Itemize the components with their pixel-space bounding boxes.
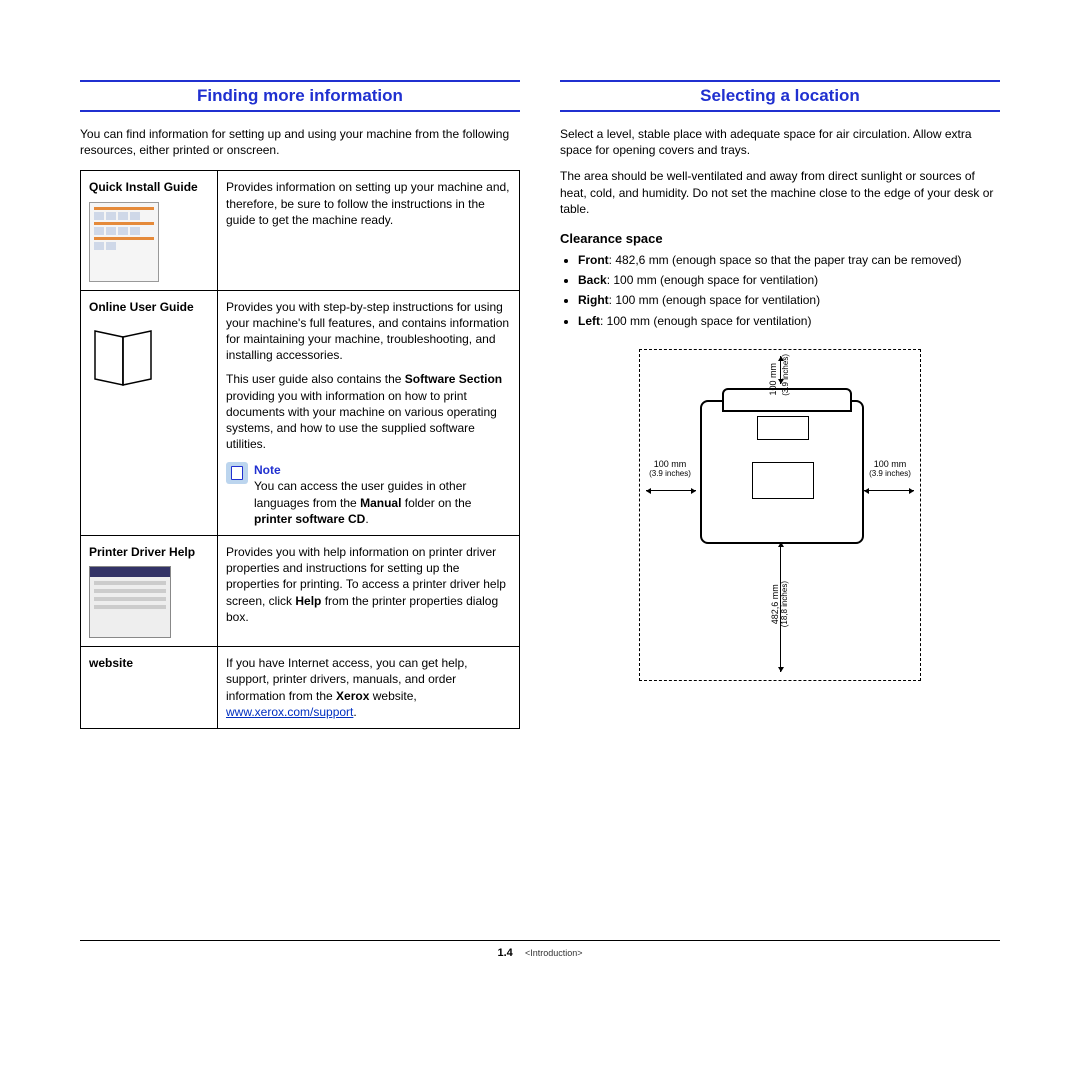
website-label: website [89, 656, 133, 670]
clearance-front-val: : 482,6 mm (enough space so that the pap… [609, 253, 962, 267]
booklet-icon [89, 321, 159, 391]
support-link[interactable]: www.xerox.com/support [226, 705, 353, 719]
website-desc-d: . [353, 705, 356, 719]
left-column: Finding more information You can find in… [80, 80, 520, 900]
quick-install-thumb-icon [89, 202, 159, 282]
dim-front-in: (18,8 inches) [781, 581, 790, 627]
list-item: Right: 100 mm (enough space for ventilat… [578, 292, 1000, 308]
dim-top-mm: 100 mm [769, 363, 779, 396]
right-p2: The area should be well-ventilated and a… [560, 168, 1000, 217]
note-text-e: . [365, 512, 368, 526]
chapter-name: <Introduction> [525, 948, 583, 958]
clearance-left-val: : 100 mm (enough space for ventilation) [600, 314, 811, 328]
page-content: Finding more information You can find in… [0, 0, 1080, 940]
info-table: Quick Install Guide Provides information… [80, 170, 520, 729]
dim-right: 100 mm (3.9 inches) [862, 460, 918, 479]
table-row: Online User Guide Provides you with step… [81, 290, 520, 535]
table-row: website If you have Internet access, you… [81, 647, 520, 729]
note-icon [226, 462, 248, 484]
printer-icon [700, 400, 864, 544]
clearance-right-val: : 100 mm (enough space for ventilation) [609, 293, 820, 307]
clearance-diagram: 100 mm (3.9 inches) 100 mm (3.9 inches) … [560, 349, 1000, 681]
table-row: Quick Install Guide Provides information… [81, 171, 520, 290]
online-desc2a: This user guide also contains the [226, 372, 405, 386]
page-number: 1.4 [497, 947, 512, 959]
left-heading: Finding more information [80, 80, 520, 112]
note-text-d: printer software CD [254, 512, 365, 526]
dim-right-in: (3.9 inches) [862, 470, 918, 479]
list-item: Left: 100 mm (enough space for ventilati… [578, 313, 1000, 329]
quick-install-label: Quick Install Guide [89, 180, 198, 194]
note-block: Note You can access the user guides in o… [226, 462, 511, 527]
right-heading: Selecting a location [560, 80, 1000, 112]
online-desc1: Provides you with step-by-step instructi… [226, 300, 509, 363]
note-text-c: folder on the [401, 496, 471, 510]
note-heading: Note [254, 463, 281, 477]
right-column: Selecting a location Select a level, sta… [560, 80, 1000, 900]
clearance-back-key: Back [578, 273, 607, 287]
website-desc-c: website, [369, 689, 416, 703]
note-text-b: Manual [360, 496, 401, 510]
list-item: Front: 482,6 mm (enough space so that th… [578, 252, 1000, 268]
online-desc2b: Software Section [405, 372, 502, 386]
arrow-left-icon [646, 490, 696, 491]
clearance-list: Front: 482,6 mm (enough space so that th… [560, 252, 1000, 329]
dim-top-in: (3.9 inches) [782, 354, 791, 396]
page-footer: 1.4 <Introduction> [80, 940, 1000, 959]
dim-front: 482,6 mm (18,8 inches) [640, 581, 920, 630]
quick-install-desc: Provides information on setting up your … [218, 171, 520, 290]
dim-top: 100 mm (3.9 inches) [640, 354, 920, 399]
list-item: Back: 100 mm (enough space for ventilati… [578, 272, 1000, 288]
table-row: Printer Driver Help Provides you with he… [81, 536, 520, 647]
website-desc-b: Xerox [336, 689, 369, 703]
driver-help-label: Printer Driver Help [89, 545, 195, 559]
online-guide-label: Online User Guide [89, 300, 194, 314]
left-intro: You can find information for setting up … [80, 126, 520, 158]
clearance-right-key: Right [578, 293, 609, 307]
clearance-heading: Clearance space [560, 231, 1000, 246]
driver-desc-b: Help [295, 594, 321, 608]
clearance-left-key: Left [578, 314, 600, 328]
right-p1: Select a level, stable place with adequa… [560, 126, 1000, 158]
arrow-right-icon [864, 490, 914, 491]
dim-left: 100 mm (3.9 inches) [642, 460, 698, 479]
dim-left-in: (3.9 inches) [642, 470, 698, 479]
driver-window-icon [89, 566, 171, 638]
clearance-front-key: Front [578, 253, 609, 267]
clearance-back-val: : 100 mm (enough space for ventilation) [607, 273, 818, 287]
online-desc2c: providing you with information on how to… [226, 389, 497, 452]
